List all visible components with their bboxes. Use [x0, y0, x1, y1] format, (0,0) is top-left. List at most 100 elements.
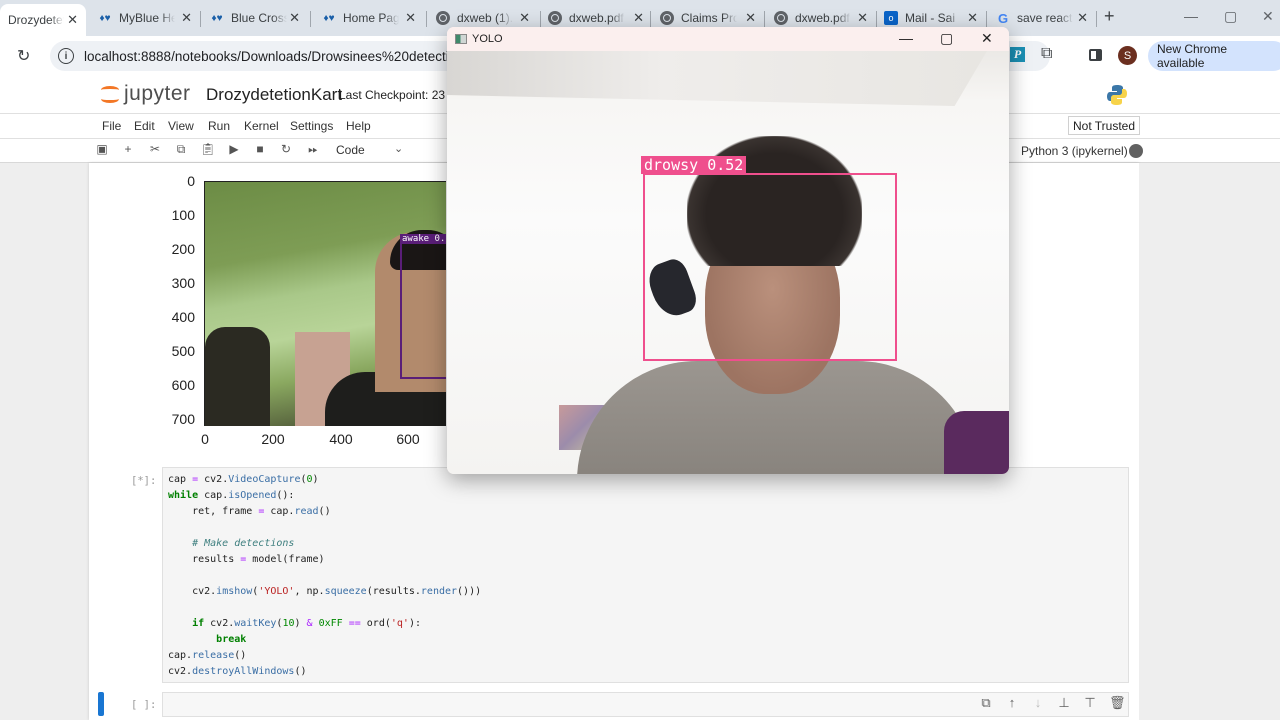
paste-icon[interactable]: 📋︎ — [200, 142, 216, 156]
insert-above-icon[interactable]: ⊥ — [1057, 695, 1071, 711]
jupyter-logo[interactable]: jupyter — [100, 82, 191, 106]
close-tab-icon[interactable]: ✕ — [633, 10, 644, 26]
extension-p-icon[interactable]: P — [1010, 47, 1025, 62]
globe-icon — [436, 11, 450, 25]
insert-cell-icon[interactable]: + — [120, 142, 136, 156]
tab-title: save react — [1017, 11, 1073, 25]
tab-title: Drozydetetion — [8, 13, 64, 27]
insert-below-icon[interactable]: ⊤ — [1083, 695, 1097, 711]
close-tab-icon[interactable]: ✕ — [405, 10, 416, 26]
tab-separator — [426, 11, 427, 27]
menu-kernel[interactable]: Kernel — [244, 119, 279, 133]
minimize-icon[interactable]: — — [1184, 8, 1198, 24]
x-tick: 400 — [329, 431, 353, 447]
run-all-icon[interactable]: ⏩︎ — [305, 142, 321, 157]
close-tab-icon[interactable]: ✕ — [1077, 10, 1088, 26]
maximize-icon[interactable]: ▢ — [1224, 8, 1237, 25]
coats — [205, 327, 270, 426]
code-editor[interactable]: cap = cv2.VideoCapture(0) while cap.isOp… — [163, 468, 1128, 684]
awake-label: awake 0. — [400, 234, 446, 244]
code-line: cv2.imshow('YOLO', np.squeeze(results.re… — [168, 586, 482, 597]
close-tab-icon[interactable]: ✕ — [857, 10, 868, 26]
reload-icon[interactable]: ↻ — [17, 46, 30, 66]
notebook-title[interactable]: DrozydetetionKart — [206, 85, 342, 105]
close-window-icon[interactable]: ✕ — [1262, 8, 1274, 25]
menu-help[interactable]: Help — [346, 119, 371, 133]
tab-myblue[interactable]: ♦♥ MyBlue Health ✕ — [90, 0, 200, 36]
close-icon[interactable]: ✕ — [981, 30, 993, 47]
y-tick: 400 — [171, 309, 195, 325]
tab-title: dxweb.pdf — [795, 11, 850, 25]
y-tick: 200 — [171, 241, 195, 257]
menu-file[interactable]: File — [102, 119, 121, 133]
jupyter-logo-icon — [100, 82, 120, 106]
trust-status-button[interactable]: Not Trusted — [1068, 116, 1141, 135]
close-tab-icon[interactable]: ✕ — [967, 10, 978, 26]
stop-icon[interactable]: ■ — [252, 142, 268, 156]
new-tab-button[interactable]: + — [1104, 6, 1115, 27]
move-down-icon[interactable]: ↓ — [1031, 695, 1045, 711]
close-tab-icon[interactable]: ✕ — [519, 10, 530, 26]
tab-separator — [200, 11, 201, 27]
tab-bluecross[interactable]: ♦♥ Blue Cross ✕ — [202, 0, 308, 36]
move-up-icon[interactable]: ↑ — [1005, 695, 1019, 711]
yolo-window[interactable]: YOLO — ▢ ✕ drowsy 0.52 — [447, 27, 1009, 474]
menu-settings[interactable]: Settings — [290, 119, 333, 133]
yolo-titlebar[interactable]: YOLO — ▢ ✕ — [447, 27, 1009, 51]
maximize-icon[interactable]: ▢ — [940, 30, 953, 47]
side-panel-icon[interactable] — [1089, 49, 1102, 61]
cut-icon[interactable]: ✂ — [147, 142, 163, 156]
save-icon[interactable]: ▣ — [94, 142, 110, 156]
tab-title: Home Page — [343, 11, 399, 25]
tab-homepage[interactable]: ♦♥ Home Page ✕ — [314, 0, 424, 36]
menu-view[interactable]: View — [168, 119, 194, 133]
code-line: cap.release() — [168, 650, 247, 661]
python-logo-icon — [1107, 85, 1127, 105]
close-tab-icon[interactable]: ✕ — [181, 10, 192, 26]
menu-edit[interactable]: Edit — [134, 119, 155, 133]
code-cell[interactable]: cap = cv2.VideoCapture(0) while cap.isOp… — [162, 467, 1129, 683]
menu-run[interactable]: Run — [208, 119, 230, 133]
more-options-icon[interactable]: ⋮ — [1274, 48, 1280, 65]
extensions-puzzle-icon[interactable]: ⧉ — [1041, 45, 1052, 63]
minimize-icon[interactable]: — — [899, 30, 913, 46]
run-icon[interactable]: ▶ — [226, 142, 242, 156]
x-tick: 200 — [261, 431, 285, 447]
cell-type-select[interactable]: Code — [336, 143, 365, 157]
y-tick: 600 — [171, 377, 195, 393]
y-tick: 700 — [171, 411, 195, 427]
bluecross-logo-icon: ♦♥ — [211, 12, 223, 24]
code-line: while cap.isOpened(): — [168, 490, 295, 501]
code-line: # Make detections — [168, 538, 295, 549]
tab-separator — [986, 11, 987, 27]
bluecross-logo-icon: ♦♥ — [323, 12, 335, 24]
restart-icon[interactable]: ↻ — [278, 142, 294, 156]
cell-prompt: [*]: — [131, 475, 157, 487]
chrome-update-button[interactable]: New Chrome available ⋮ — [1148, 41, 1280, 71]
y-tick: 0 — [187, 173, 195, 189]
drowsy-bounding-box — [643, 173, 897, 361]
delete-cell-icon[interactable]: 🗑︎ — [1109, 695, 1126, 711]
kernel-name[interactable]: Python 3 (ipykernel) — [1021, 144, 1128, 158]
copy-icon[interactable]: ⧉ — [173, 142, 189, 157]
site-info-icon[interactable]: i — [58, 48, 74, 64]
close-tab-icon[interactable]: ✕ — [67, 12, 78, 28]
y-tick: 300 — [171, 275, 195, 291]
close-tab-icon[interactable]: ✕ — [745, 10, 756, 26]
globe-icon — [660, 11, 674, 25]
tab-separator — [650, 11, 651, 27]
code-line: cap = cv2.VideoCapture(0) — [168, 474, 319, 485]
jupyter-wordmark: jupyter — [124, 82, 191, 105]
profile-avatar[interactable]: S — [1118, 46, 1137, 65]
code-line: results = model(frame) — [168, 554, 325, 565]
tab-drozydetetion[interactable]: Drozydetetion ✕ — [0, 4, 86, 36]
close-tab-icon[interactable]: ✕ — [289, 10, 300, 26]
right-gutter — [1139, 163, 1280, 720]
chevron-down-icon[interactable]: ⌄ — [394, 142, 403, 155]
duplicate-cell-icon[interactable]: ⧉ — [979, 695, 993, 711]
y-tick: 100 — [171, 207, 195, 223]
code-line: ret, frame = cap.read() — [168, 506, 331, 517]
bluecross-logo-icon: ♦♥ — [99, 12, 111, 24]
tab-title: dxweb.pdf — [569, 11, 624, 25]
tab-separator — [310, 11, 311, 27]
